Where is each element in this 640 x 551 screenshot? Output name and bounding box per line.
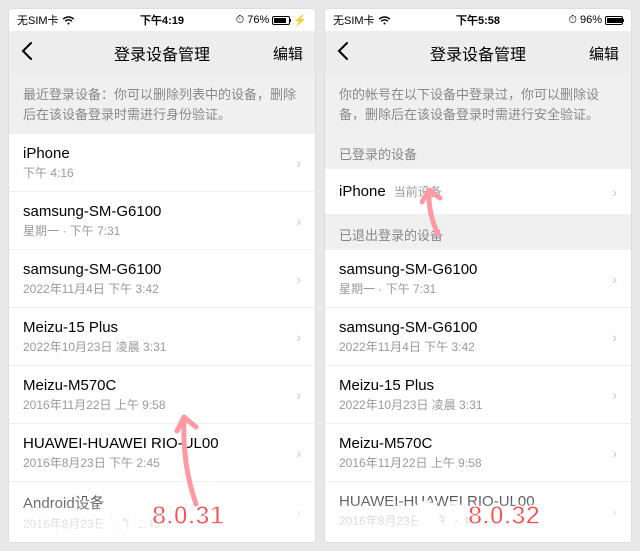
section-header-out: 已退出登录的设备 (325, 215, 631, 250)
device-row[interactable]: Meizu-M570C 2016年11月22日 上午 9:58› (9, 366, 315, 424)
device-row[interactable]: Meizu-15 Plus 2022年10月23日 凌晨 3:31› (9, 308, 315, 366)
wifi-icon (62, 15, 75, 25)
device-name: samsung-SM-G6100 (339, 261, 612, 278)
device-time: 2022年11月4日 下午 3:42 (23, 280, 296, 297)
device-name: Meizu-M570C (23, 377, 296, 394)
wifi-icon (378, 15, 391, 25)
device-row[interactable]: HUAWEI-HUAWEI RIO-UL00 2016年8月23日 下午 2:45… (9, 424, 315, 482)
chevron-right-icon: › (612, 503, 617, 519)
chevron-right-icon: › (296, 271, 301, 287)
device-row[interactable]: HUAWEI-HUAWEI RIO-UL00 2016年8月23日 下午 2:45… (325, 482, 631, 540)
device-row[interactable]: Meizu-15 Plus 2022年10月23日 凌晨 3:31› (325, 366, 631, 424)
device-time: 2022年11月4日 下午 3:42 (339, 338, 612, 355)
device-row[interactable]: Android设备2016年8月21日 下午 2:45› (325, 540, 631, 543)
device-time: 2016年8月23日 下午 2:45 (23, 515, 296, 532)
device-name: HUAWEI-HUAWEI RIO-UL00 (339, 493, 612, 510)
device-list: samsung-SM-G6100星期一 · 下午 7:31› samsung-S… (325, 250, 631, 543)
device-name: Meizu-M570C (339, 435, 612, 452)
carrier-label: 无SIM卡 (17, 12, 59, 28)
device-name: iPhone (23, 145, 296, 162)
device-row[interactable]: Android设备 2016年8月23日 下午 2:45› (9, 482, 315, 543)
section-header-logged: 已登录的设备 (325, 134, 631, 169)
page-title: 登录设备管理 (114, 41, 210, 65)
device-row[interactable]: samsung-SM-G6100 星期一 · 下午 7:31› (9, 192, 315, 250)
battery-icon (272, 16, 290, 25)
alarm-icon: ⏱ (568, 14, 577, 27)
device-list: iPhone下午 4:16› samsung-SM-G6100星期一 · 下午 … (9, 134, 315, 543)
edit-button[interactable]: 编辑 (273, 43, 303, 64)
device-time: 星期一 · 下午 7:31 (23, 222, 296, 239)
device-row[interactable]: samsung-SM-G6100 2022年11月4日 下午 3:42› (9, 250, 315, 308)
device-time: 下午 4:16 (23, 164, 296, 181)
device-time: 2016年11月22日 上午 9:58 (339, 454, 612, 471)
chevron-right-icon: › (612, 329, 617, 345)
battery-icon (605, 16, 623, 25)
device-name: samsung-SM-G6100 (339, 319, 612, 336)
chevron-right-icon: › (612, 387, 617, 403)
device-name: samsung-SM-G6100 (23, 261, 296, 278)
status-bar: 无SIM卡 下午4:19 ⏱ 76% ⚡ (9, 9, 315, 31)
current-badge: 当前设备 (394, 183, 442, 200)
battery-pct: 96% (580, 14, 602, 26)
charging-icon: ⚡ (293, 14, 307, 27)
device-time: 2022年10月23日 凌晨 3:31 (339, 396, 612, 413)
device-row[interactable]: Meizu-M570C 2016年11月22日 上午 9:58› (325, 424, 631, 482)
clock-label: 下午5:58 (456, 12, 500, 28)
info-text: 你的帐号在以下设备中登录过，你可以删除设备，删除后在该设备登录时需进行安全验证。 (325, 75, 631, 134)
device-time: 2016年11月22日 上午 9:58 (23, 396, 296, 413)
device-time: 2022年10月23日 凌晨 3:31 (23, 338, 296, 355)
device-time: 星期一 · 下午 7:31 (339, 280, 612, 297)
current-device-list: iPhone 当前设备 › (325, 169, 631, 215)
chevron-right-icon: › (296, 445, 301, 461)
device-time: 2016年8月23日 下午 2:45 (23, 454, 296, 471)
chevron-right-icon: › (296, 329, 301, 345)
device-name: samsung-SM-G6100 (23, 203, 296, 220)
chevron-right-icon: › (296, 504, 301, 520)
chevron-right-icon: › (612, 271, 617, 287)
chevron-right-icon: › (296, 155, 301, 171)
page-title: 登录设备管理 (430, 41, 526, 65)
chevron-right-icon: › (296, 387, 301, 403)
device-time: 2016年8月23日 下午 2:45 (339, 512, 612, 529)
battery-pct: 76% (247, 14, 269, 26)
device-row-current[interactable]: iPhone 当前设备 › (325, 169, 631, 215)
device-name: iPhone (339, 183, 386, 200)
nav-bar: 登录设备管理 编辑 (325, 31, 631, 75)
back-button[interactable] (21, 42, 32, 65)
phone-right: 无SIM卡 下午5:58 ⏱ 96% 登录设备管理 编辑 你的帐号在以下设备中登… (324, 8, 632, 543)
device-name: HUAWEI-HUAWEI RIO-UL00 (23, 435, 296, 452)
chevron-right-icon: › (612, 445, 617, 461)
edit-button[interactable]: 编辑 (589, 43, 619, 64)
device-name: Meizu-15 Plus (23, 319, 296, 336)
carrier-label: 无SIM卡 (333, 12, 375, 28)
info-text: 最近登录设备：你可以删除列表中的设备，删除后在该设备登录时需进行身份验证。 (9, 75, 315, 134)
clock-label: 下午4:19 (140, 12, 184, 28)
device-name: Meizu-15 Plus (339, 377, 612, 394)
status-bar: 无SIM卡 下午5:58 ⏱ 96% (325, 9, 631, 31)
alarm-icon: ⏱ (236, 14, 245, 27)
chevron-right-icon: › (296, 213, 301, 229)
device-name: Android设备 (23, 492, 296, 513)
device-row[interactable]: samsung-SM-G6100 星期一 · 下午 7:31› (325, 250, 631, 308)
chevron-right-icon: › (612, 184, 617, 200)
nav-bar: 登录设备管理 编辑 (9, 31, 315, 75)
device-row[interactable]: samsung-SM-G6100 2022年11月4日 下午 3:42› (325, 308, 631, 366)
back-button[interactable] (337, 42, 348, 65)
device-row[interactable]: iPhone 下午 4:16› (9, 134, 315, 192)
phone-left: 无SIM卡 下午4:19 ⏱ 76% ⚡ 登录设备管理 编辑 最近登录设备：你可… (8, 8, 316, 543)
